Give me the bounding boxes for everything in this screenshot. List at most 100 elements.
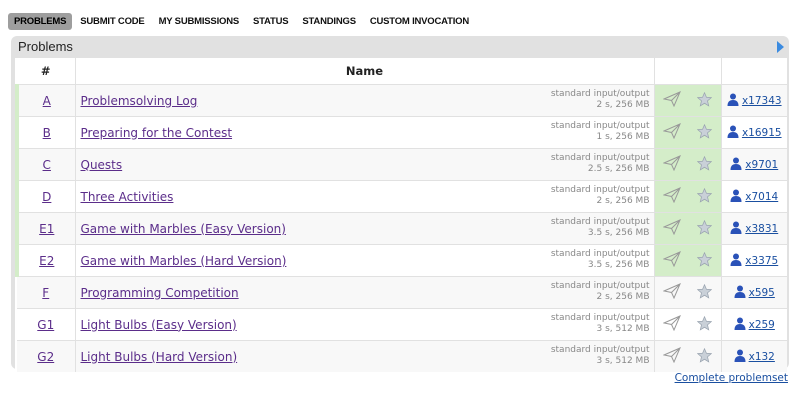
paper-plane-icon[interactable]: [662, 91, 681, 110]
solvers-count-link[interactable]: x17343: [727, 93, 782, 109]
problem-name-link[interactable]: Light Bulbs (Hard Version): [81, 350, 238, 364]
complete-problemset-link[interactable]: Complete problemset: [675, 372, 788, 384]
solvers-cell: x595: [720, 276, 787, 309]
problem-index-link[interactable]: A: [43, 94, 51, 108]
problem-limits: standard input/output 2 s, 256 MB: [551, 281, 650, 303]
paper-plane-icon[interactable]: [662, 123, 681, 142]
io-type: standard input/output: [550, 89, 650, 99]
solvers-count: x259: [748, 318, 775, 331]
user-icon: [734, 285, 746, 301]
triangle-right-icon[interactable]: [777, 41, 784, 53]
problem-actions-cell: [653, 212, 721, 245]
solvers-count: x132: [748, 350, 775, 363]
problem-name-cell: Three Activities standard input/output 2 s…: [74, 180, 654, 213]
problem-name-cell: Game with Marbles (Hard Version) standard…: [74, 244, 654, 277]
time-memory-limits: 2 s, 256 MB: [596, 196, 650, 206]
problem-index-link[interactable]: G2: [37, 350, 54, 364]
solvers-count: x17343: [741, 94, 782, 107]
user-icon: [734, 317, 746, 333]
tab-problems[interactable]: PROBLEMS: [8, 12, 73, 30]
solvers-count-link[interactable]: x7014: [730, 189, 778, 205]
star-icon[interactable]: [697, 251, 713, 270]
star-icon[interactable]: [697, 91, 713, 110]
tab-submit-code[interactable]: SUBMIT CODE: [74, 13, 150, 30]
column-header-solvers: [720, 58, 787, 85]
paper-plane-icon[interactable]: [662, 155, 681, 174]
solvers-count-link[interactable]: x595: [734, 285, 775, 301]
paper-plane-icon[interactable]: [662, 315, 681, 334]
table-row: E2 Game with Marbles (Hard Version) standa…: [15, 244, 787, 277]
io-type: standard input/output: [550, 153, 650, 163]
star-icon[interactable]: [697, 155, 713, 174]
problem-index-cell: G2: [17, 340, 75, 372]
table-row: C Quests standard input/output 2.5 s, 256 M…: [15, 148, 787, 181]
problem-name-link[interactable]: Problemsolving Log: [81, 94, 198, 108]
solvers-count-link[interactable]: x3831: [730, 221, 778, 237]
solvers-count-link[interactable]: x3375: [730, 253, 778, 269]
problem-index-link[interactable]: E1: [39, 222, 54, 236]
tab-status[interactable]: STATUS: [247, 13, 294, 30]
problem-index-link[interactable]: C: [43, 158, 51, 172]
solvers-cell: x132: [720, 340, 787, 372]
io-type: standard input/output: [550, 121, 650, 131]
table-row: B Preparing for the Contest standard input…: [15, 116, 787, 149]
column-header-actions: [653, 58, 721, 85]
user-icon: [727, 93, 739, 109]
problem-actions-cell: [653, 340, 721, 372]
solvers-count-link[interactable]: x132: [734, 349, 775, 365]
problem-index-link[interactable]: E2: [39, 254, 54, 268]
problem-name-link[interactable]: Programming Competition: [81, 286, 239, 300]
problem-index-link[interactable]: G1: [37, 318, 54, 332]
tab-custom-invocation[interactable]: CUSTOM INVOCATION: [364, 13, 475, 30]
problem-name-link[interactable]: Three Activities: [81, 190, 174, 204]
solvers-count-link[interactable]: x16915: [727, 125, 782, 141]
problem-name-link[interactable]: Light Bulbs (Easy Version): [81, 318, 237, 332]
star-icon[interactable]: [697, 123, 713, 142]
paper-plane-icon[interactable]: [662, 347, 681, 366]
io-type: standard input/output: [550, 249, 650, 259]
table-row: F Programming Competition standard input/o…: [17, 276, 787, 309]
problem-actions-cell: [653, 84, 721, 117]
problem-name-cell: Quests standard input/output 2.5 s, 256 MB: [74, 148, 654, 181]
solvers-count-link[interactable]: x9701: [730, 157, 778, 173]
problem-name-cell: Programming Competition standard input/ou…: [74, 276, 654, 309]
time-memory-limits: 3.5 s, 256 MB: [587, 260, 650, 270]
problem-name-link[interactable]: Quests: [81, 158, 123, 172]
problem-index-link[interactable]: D: [42, 190, 51, 204]
solvers-count: x16915: [741, 126, 782, 139]
problem-index-link[interactable]: B: [43, 126, 51, 140]
problem-limits: standard input/output 1 s, 256 MB: [551, 121, 650, 143]
solvers-cell: x16915: [720, 116, 787, 149]
star-icon[interactable]: [697, 219, 713, 238]
star-icon[interactable]: [697, 315, 713, 334]
problem-actions-cell: [653, 276, 721, 309]
problem-name-link[interactable]: Game with Marbles (Easy Version): [81, 222, 286, 236]
time-memory-limits: 2 s, 256 MB: [596, 100, 650, 110]
solvers-count-link[interactable]: x259: [734, 317, 775, 333]
paper-plane-icon[interactable]: [662, 219, 681, 238]
solvers-cell: x17343: [720, 84, 787, 117]
paper-plane-icon[interactable]: [662, 283, 681, 302]
time-memory-limits: 3 s, 512 MB: [596, 356, 650, 366]
star-icon[interactable]: [697, 347, 713, 366]
problem-limits: standard input/output 3 s, 512 MB: [551, 313, 650, 335]
problem-actions-cell: [653, 308, 721, 341]
solvers-cell: x7014: [720, 180, 787, 213]
paper-plane-icon[interactable]: [662, 187, 681, 206]
problem-limits: standard input/output 2 s, 256 MB: [551, 185, 650, 207]
problem-limits: standard input/output 3.5 s, 256 MB: [551, 249, 650, 271]
panel-title: Problems: [18, 39, 73, 54]
user-icon: [730, 189, 742, 205]
problem-name-link[interactable]: Preparing for the Contest: [81, 126, 233, 140]
solvers-cell: x259: [720, 308, 787, 341]
tab-standings[interactable]: STANDINGS: [296, 13, 361, 30]
problem-name-link[interactable]: Game with Marbles (Hard Version): [81, 254, 287, 268]
star-icon[interactable]: [697, 187, 713, 206]
solvers-count: x7014: [745, 190, 779, 203]
paper-plane-icon[interactable]: [662, 251, 681, 270]
io-type: standard input/output: [550, 313, 650, 323]
tab-my-submissions[interactable]: MY SUBMISSIONS: [153, 13, 245, 30]
star-icon[interactable]: [697, 283, 713, 302]
column-header-index: #: [17, 58, 75, 85]
problem-index-link[interactable]: F: [42, 286, 49, 300]
